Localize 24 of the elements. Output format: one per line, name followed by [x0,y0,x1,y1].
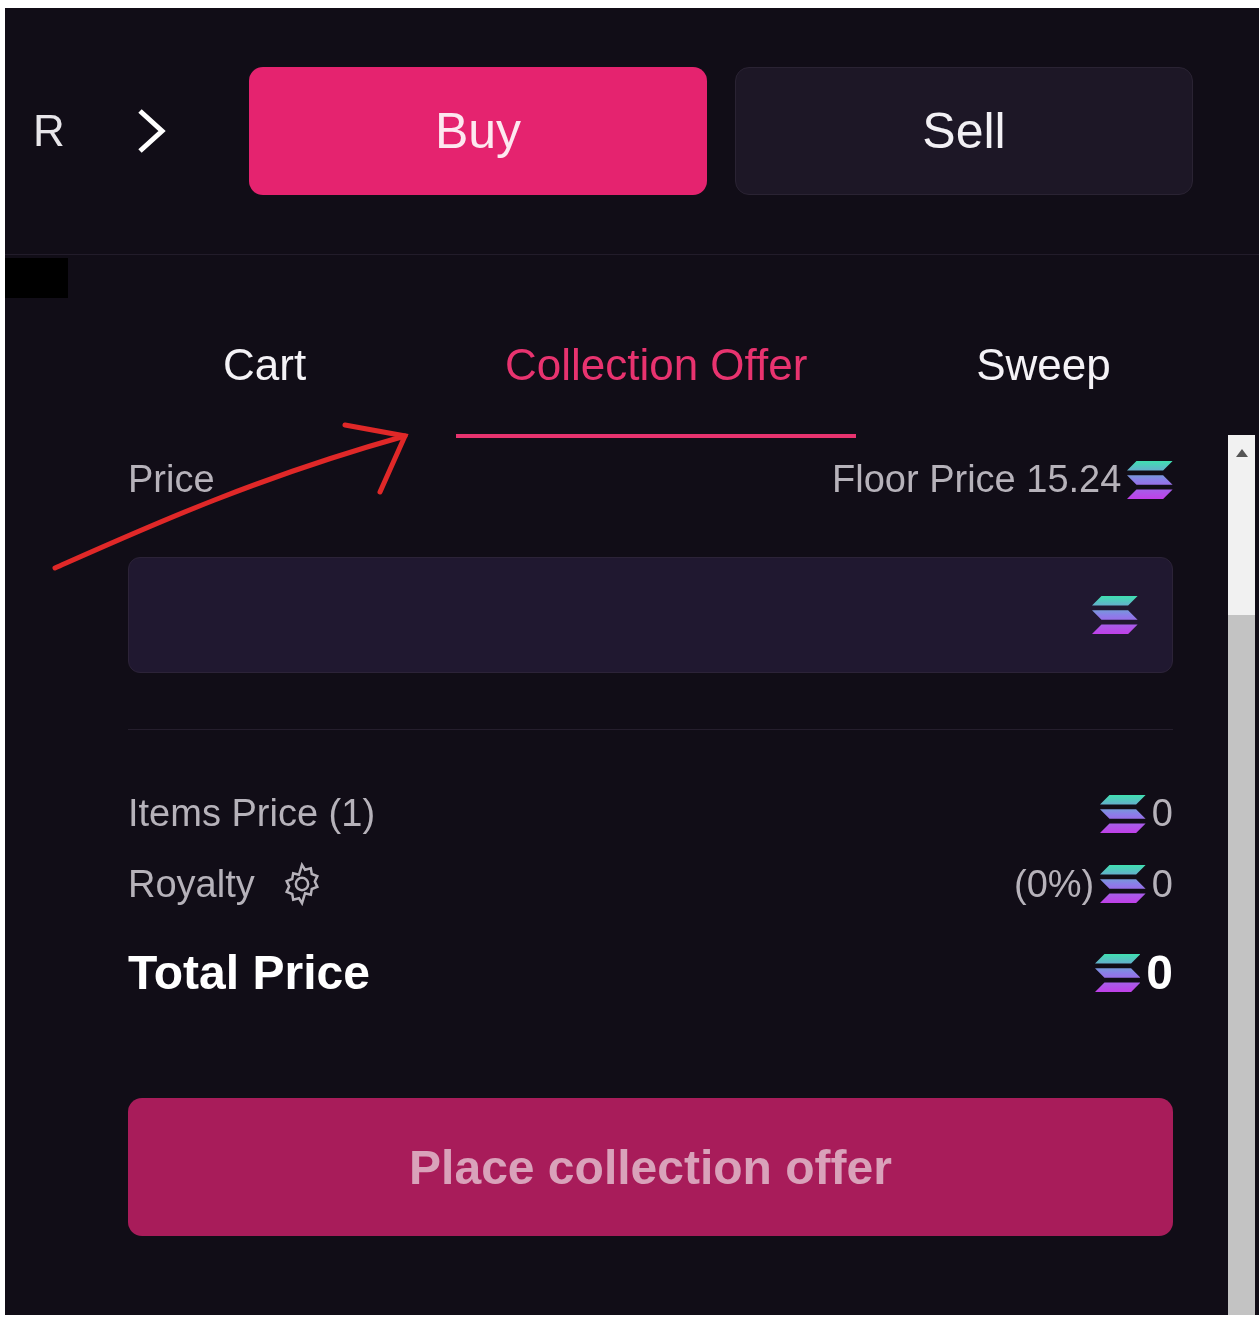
tab[interactable]: Collection Offer [456,340,857,438]
total-label: Total Price [128,945,370,1000]
mode-tab[interactable]: Sell [735,67,1193,195]
summary-value: 0 [1151,862,1173,906]
scrollbar[interactable] [1228,435,1255,1315]
coin-icon [1092,596,1138,634]
dark-block [5,258,68,298]
floor-price: Floor Price 15.24 [832,458,1122,501]
tab[interactable]: Sweep [976,340,1111,438]
coin-icon [1100,865,1146,903]
summary-label: Royalty [128,862,255,906]
scroll-up-icon[interactable] [1235,449,1248,457]
summary-label: Items Price (1) [128,792,376,835]
royalty-percent: (0%) [1014,862,1095,906]
price-field[interactable] [128,557,1173,673]
coin-icon [1127,460,1173,499]
coin-icon [1094,953,1141,992]
mode-tab[interactable]: Buy [249,67,707,195]
summary-value: 0 [1151,792,1173,835]
price-label: Price [128,458,215,501]
breadcrumb-text[interactable]: R [33,106,73,156]
total-value: 0 [1146,945,1173,1000]
coin-icon [1100,794,1146,833]
tab[interactable]: Cart [223,340,307,438]
